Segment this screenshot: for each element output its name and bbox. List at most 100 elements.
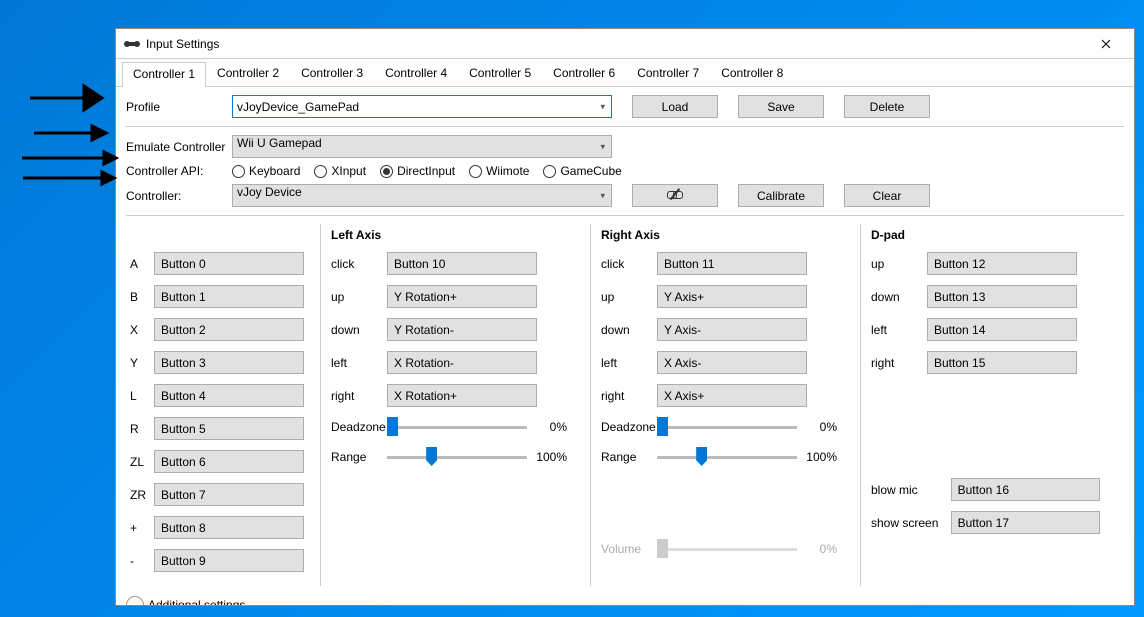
button-label-ZL: ZL	[130, 455, 154, 469]
tab-controller-5[interactable]: Controller 5	[458, 61, 542, 86]
close-button[interactable]	[1086, 30, 1126, 58]
blowmic-input[interactable]: Button 16	[951, 478, 1100, 501]
showscreen-input[interactable]: Button 17	[951, 511, 1100, 534]
leftAxis-right-input[interactable]: X Rotation+	[387, 384, 537, 407]
rightAxis-right-input[interactable]: X Axis+	[657, 384, 807, 407]
button-label-R: R	[130, 422, 154, 436]
controller-combo[interactable]: vJoy Device ▾	[232, 184, 612, 207]
leftAxis-left-input[interactable]: X Rotation-	[387, 351, 537, 374]
dpad-down-label: down	[871, 290, 927, 304]
dpad-left-label: left	[871, 323, 927, 337]
load-button[interactable]: Load	[632, 95, 718, 118]
button-label-minus: -	[130, 554, 154, 568]
dpad-up-label: up	[871, 257, 927, 271]
calibrate-button[interactable]: Calibrate	[738, 184, 824, 207]
profile-combo[interactable]: ▾	[232, 95, 612, 118]
button-label-L: L	[130, 389, 154, 403]
dpad-left-input[interactable]: Button 14	[927, 318, 1077, 341]
rightAxis-click-label: click	[601, 257, 657, 271]
chevron-down-icon: ⌄	[126, 596, 144, 605]
api-radio-keyboard[interactable]: Keyboard	[232, 164, 300, 178]
rightAxis-up-input[interactable]: Y Axis+	[657, 285, 807, 308]
leftAxis-up-input[interactable]: Y Rotation+	[387, 285, 537, 308]
tab-controller-7[interactable]: Controller 7	[626, 61, 710, 86]
mapping-columns: AButton 0BButton 1XButton 2YButton 3LBut…	[126, 224, 1124, 586]
tab-controller-4[interactable]: Controller 4	[374, 61, 458, 86]
tab-controller-2[interactable]: Controller 2	[206, 61, 290, 86]
button-input-Y[interactable]: Button 3	[154, 351, 304, 374]
tab-controller-3[interactable]: Controller 3	[290, 61, 374, 86]
right-range-slider[interactable]	[657, 447, 797, 467]
api-radio-wiimote[interactable]: Wiimote	[469, 164, 529, 178]
rightAxis-left-input[interactable]: X Axis-	[657, 351, 807, 374]
button-input-B[interactable]: Button 1	[154, 285, 304, 308]
connect-button[interactable]	[632, 184, 718, 207]
unlink-icon	[667, 190, 683, 200]
chevron-down-icon: ▾	[600, 141, 605, 152]
titlebar: Input Settings	[116, 29, 1134, 59]
button-label-ZR: ZR	[130, 488, 154, 502]
leftAxis-down-input[interactable]: Y Rotation-	[387, 318, 537, 341]
rightAxis-down-label: down	[601, 323, 657, 337]
button-input-ZR[interactable]: Button 7	[154, 483, 304, 506]
button-input-X[interactable]: Button 2	[154, 318, 304, 341]
deadzone-label: Deadzone	[331, 420, 387, 434]
radio-icon	[469, 165, 482, 178]
button-label-X: X	[130, 323, 154, 337]
delete-button[interactable]: Delete	[844, 95, 930, 118]
button-input-plus[interactable]: Button 8	[154, 516, 304, 539]
api-radio-gamecube[interactable]: GameCube	[543, 164, 621, 178]
button-input-ZL[interactable]: Button 6	[154, 450, 304, 473]
showscreen-label: show screen	[871, 516, 951, 530]
api-radio-group: Keyboard XInput DirectInput Wiimote GameCube	[232, 164, 622, 178]
tab-controller-8[interactable]: Controller 8	[710, 61, 794, 86]
dpad-right-label: right	[871, 356, 927, 370]
dpad-up-input[interactable]: Button 12	[927, 252, 1077, 275]
api-radio-directinput[interactable]: DirectInput	[380, 164, 455, 178]
profile-label: Profile	[126, 100, 226, 114]
chevron-down-icon: ▾	[600, 101, 605, 112]
left-range-slider[interactable]	[387, 447, 527, 467]
rightAxis-up-label: up	[601, 290, 657, 304]
rightAxis-down-input[interactable]: Y Axis-	[657, 318, 807, 341]
button-input-L[interactable]: Button 4	[154, 384, 304, 407]
tab-controller-6[interactable]: Controller 6	[542, 61, 626, 86]
leftAxis-up-label: up	[331, 290, 387, 304]
api-label: Controller API:	[126, 164, 226, 178]
left-deadzone-slider[interactable]	[387, 417, 527, 437]
rightAxis-left-label: left	[601, 356, 657, 370]
dpad-column: D-pad upButton 12downButton 13leftButton…	[860, 224, 1110, 586]
clear-button[interactable]: Clear	[844, 184, 930, 207]
dpad-down-input[interactable]: Button 13	[927, 285, 1077, 308]
input-settings-window: Input Settings Controller 1Controller 2C…	[115, 28, 1135, 606]
profile-input[interactable]	[237, 96, 591, 117]
controller-label: Controller:	[126, 189, 226, 203]
right-range-value: 100%	[797, 450, 837, 464]
leftAxis-down-label: down	[331, 323, 387, 337]
button-label-Y: Y	[130, 356, 154, 370]
leftAxis-left-label: left	[331, 356, 387, 370]
blowmic-label: blow mic	[871, 483, 951, 497]
api-radio-xinput[interactable]: XInput	[314, 164, 366, 178]
face-buttons-column: AButton 0BButton 1XButton 2YButton 3LBut…	[126, 224, 320, 586]
content-area: Profile ▾ Load Save Delete Emulate Contr…	[116, 87, 1134, 605]
additional-settings-toggle[interactable]: ⌄ Additional settings	[126, 592, 1124, 605]
save-button[interactable]: Save	[738, 95, 824, 118]
rightAxis-right-label: right	[601, 389, 657, 403]
emulate-label: Emulate Controller	[126, 140, 226, 154]
dpad-right-input[interactable]: Button 15	[927, 351, 1077, 374]
controller-row: Controller: vJoy Device ▾ Calibrate Clea…	[126, 184, 1124, 207]
leftAxis-click-input[interactable]: Button 10	[387, 252, 537, 275]
window-title: Input Settings	[146, 37, 219, 51]
volume-label: Volume	[601, 542, 657, 556]
rightAxis-click-input[interactable]: Button 11	[657, 252, 807, 275]
button-input-A[interactable]: Button 0	[154, 252, 304, 275]
right-deadzone-slider[interactable]	[657, 417, 797, 437]
button-input-minus[interactable]: Button 9	[154, 549, 304, 572]
emulate-combo[interactable]: Wii U Gamepad ▾	[232, 135, 612, 158]
emulate-row: Emulate Controller Wii U Gamepad ▾	[126, 135, 1124, 158]
right-axis-heading: Right Axis	[601, 228, 850, 244]
gamepad-icon	[124, 36, 140, 52]
volume-slider	[657, 539, 797, 559]
button-input-R[interactable]: Button 5	[154, 417, 304, 440]
